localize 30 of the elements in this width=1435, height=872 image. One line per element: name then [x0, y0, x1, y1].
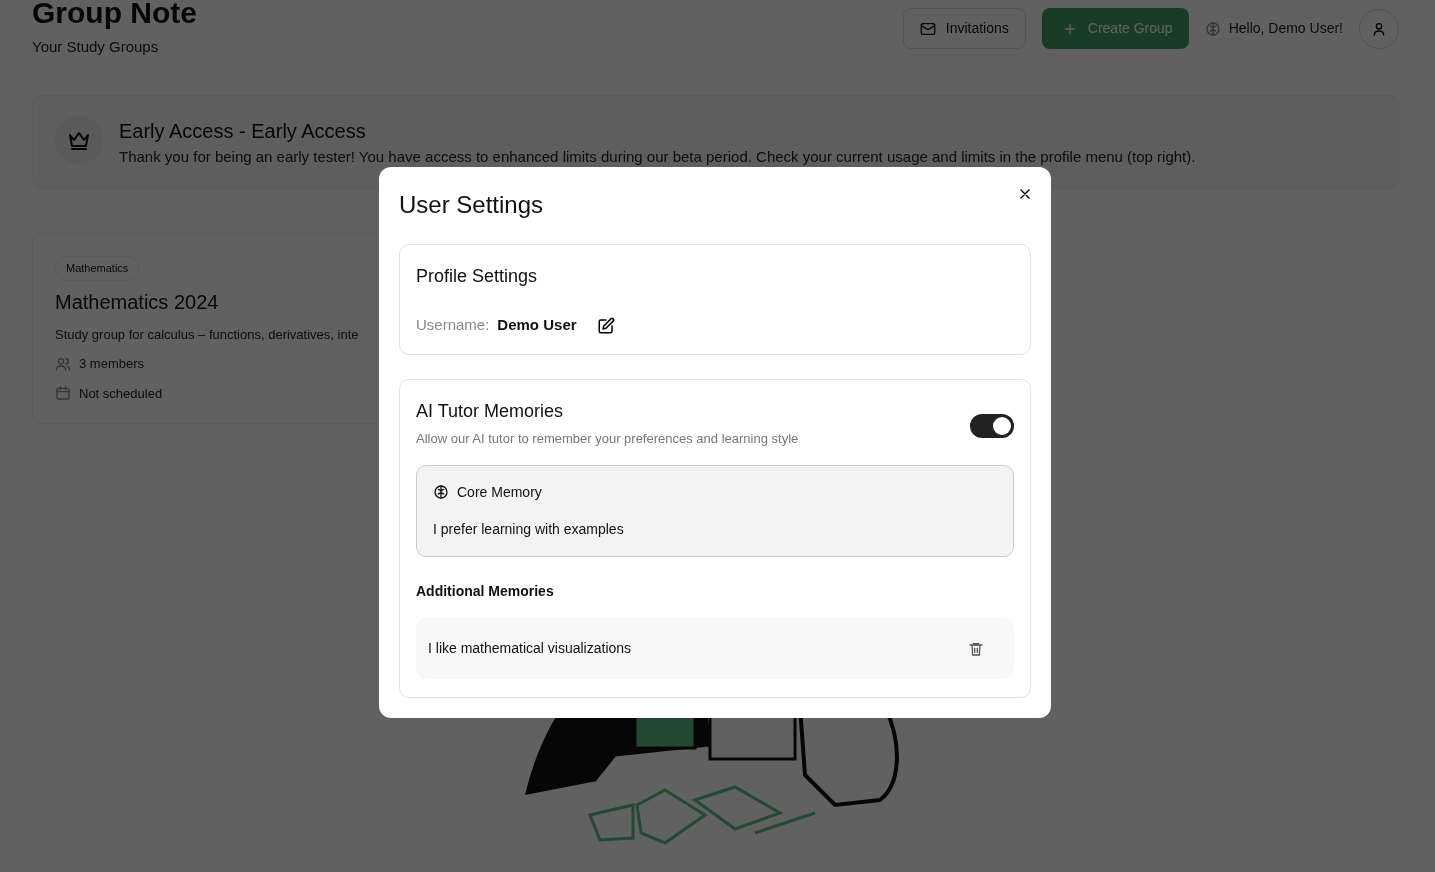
- banner-text: Thank you for being an early tester! You have access to enhanced limits during our beta period. Check your current usage and limits in the profile menu (top right).: [119, 146, 1196, 167]
- group-description: Study group for calculus – functions, derivatives, inte: [55, 325, 360, 344]
- memory-text: I like mathematical visualizations: [428, 638, 632, 658]
- user-icon: [1371, 20, 1387, 37]
- dialog-title: User Settings: [399, 191, 544, 220]
- members-count: 3 members: [79, 355, 145, 373]
- username-label: Username:: [416, 314, 490, 335]
- memories-toggle[interactable]: [970, 414, 1014, 439]
- username-value: Demo User: [497, 314, 577, 335]
- page-subtitle: Your Study Groups: [32, 37, 160, 57]
- group-title: Mathematics 2024: [55, 289, 220, 315]
- subject-tag: Mathematics: [55, 256, 140, 281]
- banner-title: Early Access - Early Access: [119, 118, 367, 144]
- user-avatar-button[interactable]: [1359, 8, 1399, 49]
- users-icon: [55, 355, 71, 372]
- invitations-button[interactable]: Invitations: [902, 8, 1026, 49]
- edit-icon: [596, 316, 615, 335]
- core-memory-label: Core Memory: [457, 482, 542, 502]
- greeting-text: Hello, Demo User!: [1228, 19, 1343, 38]
- core-memory-text: I prefer learning with examples: [433, 519, 625, 539]
- section-title: AI Tutor Memories: [416, 400, 565, 424]
- trash-icon: [968, 641, 984, 658]
- create-group-button[interactable]: Create Group: [1041, 8, 1189, 49]
- calendar-icon: [55, 385, 71, 402]
- additional-memories-heading: Additional Memories: [416, 581, 555, 601]
- section-title: Profile Settings: [416, 264, 539, 288]
- page-title: Group Note: [32, 0, 197, 28]
- section-description: Allow our AI tutor to remember your preferences and learning style: [416, 430, 799, 449]
- schedule-text: Not scheduled: [79, 384, 163, 403]
- mail-icon: [919, 20, 936, 37]
